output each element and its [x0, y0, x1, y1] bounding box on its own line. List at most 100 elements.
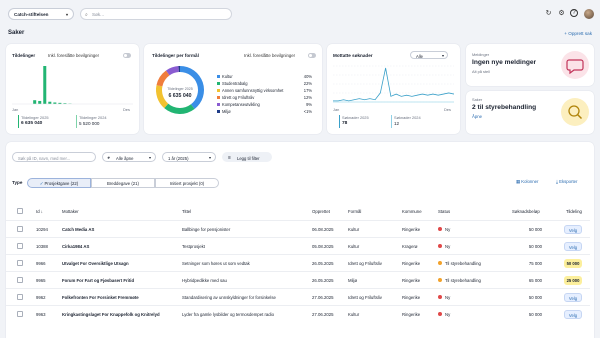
series-2025-line	[333, 67, 454, 102]
help-icon[interactable]: ?	[570, 9, 578, 17]
stat-2025-label: Søknader 2025	[342, 115, 369, 120]
cell-mottaker[interactable]: Cirka1984 AS	[62, 244, 89, 249]
status-filter-select[interactable]: ◕ Alle åpne ▾	[102, 152, 156, 162]
purpose-legend: Kultur 40% Studentrabalg 22% Annen samfunnsn…	[217, 74, 312, 119]
page-title: Saker	[8, 30, 25, 36]
stat-2024-value: 5 520 000	[79, 121, 100, 126]
chevron-down-icon: ▾	[208, 155, 211, 161]
messages-sub: Alt på stell	[472, 69, 490, 74]
cell-soknadsbelop: 50 000	[528, 226, 542, 232]
cell-mottaker[interactable]: Folkefronten For Forsinket Fremmøte	[62, 295, 139, 300]
cell-opprettet: 27.06.2025	[312, 311, 334, 317]
cell-opprettet: 05.08.2025	[312, 243, 334, 249]
header-tildeling[interactable]: Tildeling	[566, 209, 582, 214]
toggle-label: Inkl. foreslåtte bevilgninger	[244, 53, 296, 58]
allocation-bar	[48, 101, 52, 104]
table-row[interactable]: 10388 Cirka1984 AS Testprosjekt 05.08.2025 K…	[6, 237, 590, 254]
allocation-badge[interactable]: 25 000	[564, 275, 582, 285]
row-checkbox[interactable]	[17, 277, 23, 283]
include-proposed-toggle[interactable]	[123, 53, 131, 58]
allocation-badge[interactable]: Velg	[564, 241, 582, 251]
organization-select[interactable]: Catch-stiftelsen ▾	[8, 8, 74, 20]
cell-kommune: Ringerike	[402, 277, 421, 283]
row-checkbox[interactable]	[17, 260, 23, 266]
cell-tittel: Testprosjekt	[182, 243, 205, 249]
cell-id: 9962	[36, 294, 46, 300]
include-proposed-toggle[interactable]	[308, 53, 316, 58]
cases-table-card: Søk på ID, navn, med mer... ◕ Alle åpne …	[6, 142, 594, 338]
avatar[interactable]	[584, 9, 594, 19]
legend-item: Kompetanseutvikling 9%	[217, 102, 312, 107]
row-checkbox[interactable]	[17, 243, 23, 249]
cell-formal: Miljø	[348, 277, 358, 283]
tab-initiert-prosjekt[interactable]: Initiert prosjekt (0)	[155, 178, 219, 188]
cell-id: 9965	[36, 277, 46, 283]
stat-2024-label: Tildelinger 2024	[79, 115, 107, 120]
legend-swatch	[217, 96, 220, 99]
messages-card[interactable]: Meldinger Ingen nye meldinger Alt på ste…	[466, 44, 594, 86]
open-cases-link[interactable]: Åpne	[472, 114, 482, 119]
cell-id: 9963	[36, 311, 46, 317]
card-title: Mottatte søknader	[333, 53, 373, 58]
cell-kommune: Ringerike	[402, 311, 421, 317]
table-row[interactable]: 9965 Forum For Fart og Fjøsbasert Fritid H…	[6, 271, 590, 288]
cell-mottaker[interactable]: Forum For Fart og Fjøsbasert Fritid	[62, 278, 134, 283]
axis-end-label: Des	[444, 107, 451, 112]
row-checkbox[interactable]	[17, 226, 23, 232]
table-row[interactable]: 9963 Kringkastingslaget For Knappefolk og…	[6, 305, 590, 322]
table-row[interactable]: 9962 Folkefronten For Forsinket Fremmøte S…	[6, 288, 590, 305]
cell-kommune: Ringerike	[402, 294, 421, 300]
header-formal[interactable]: Formål	[348, 209, 361, 214]
select-all-checkbox[interactable]	[17, 208, 23, 214]
organization-name: Catch-stiftelsen	[14, 12, 49, 18]
header-opprettet[interactable]: Opprettet	[312, 209, 330, 214]
card-title: Tildelinger	[12, 53, 36, 58]
allocation-badge[interactable]: Velg	[564, 224, 582, 234]
header-tittel[interactable]: Tittel	[182, 209, 191, 214]
cell-mottaker[interactable]: Catch Media AS	[62, 227, 94, 232]
status-dot-icon	[438, 295, 442, 300]
table-row[interactable]: 9966 Utvalget For Oversiktlige Utsagn Setn…	[6, 254, 590, 271]
cases-card[interactable]: Saker 2 til styrebehandling Åpne	[466, 91, 594, 134]
row-checkbox[interactable]	[17, 294, 23, 300]
cell-soknadsbelop: 65 000	[528, 277, 542, 283]
cell-formal: Idrett og Friluftsliv	[348, 294, 382, 300]
new-case-button[interactable]: + Opprett sak	[564, 31, 592, 36]
search-icon: ⌕	[85, 11, 88, 18]
global-search-input[interactable]: ⌕ Søk...	[80, 8, 232, 20]
header-soknadsbelop[interactable]: Søknadsbeløp	[512, 209, 540, 214]
columns-button[interactable]: ▦ Kolonner	[516, 179, 538, 185]
chevron-down-icon: ▾	[441, 53, 444, 58]
donut-slice	[156, 70, 170, 87]
add-filter-button[interactable]: ≡ Legg til filter	[222, 152, 272, 162]
tab-breddegave[interactable]: Breddegave (21)	[91, 178, 155, 188]
cell-soknadsbelop: 50 000	[528, 311, 542, 317]
allocation-badge[interactable]: Velg	[564, 292, 582, 302]
allocations-bar-chart	[12, 66, 133, 105]
table-row[interactable]: 10294 Catch Media AS Ballbinge for pensjon…	[6, 220, 590, 237]
cell-status: Til styrebehandling	[438, 261, 481, 266]
cell-mottaker[interactable]: Utvalget For Oversiktlige Utsagn	[62, 261, 129, 266]
tab-prosjektgave[interactable]: ✓ Prosjektgave (22)	[27, 178, 91, 188]
row-checkbox[interactable]	[17, 311, 23, 317]
applications-filter-select[interactable]: Alle ▾	[410, 51, 448, 59]
header-mottaker[interactable]: Mottaker	[62, 209, 79, 214]
status-dot-icon	[438, 278, 442, 283]
header-id[interactable]: Id ↓	[36, 209, 43, 214]
refresh-icon[interactable]: ↻	[544, 9, 553, 18]
export-button[interactable]: ⤓ Eksporter	[556, 179, 577, 184]
status-dot-icon	[438, 312, 442, 317]
header-kommune[interactable]: Kommune	[402, 209, 422, 214]
cell-formal: Kultur	[348, 226, 360, 232]
cell-mottaker[interactable]: Kringkastingslaget For Knappefolk og Kni…	[62, 312, 160, 317]
status-dot-icon	[438, 227, 442, 232]
gear-icon[interactable]: ⚙	[557, 9, 566, 18]
allocation-badge[interactable]: Velg	[564, 309, 582, 319]
legend-item: Annen samfunnsnyttig virksomhet 17%	[217, 88, 312, 93]
table-search-input[interactable]: Søk på ID, navn, med mer...	[12, 152, 96, 162]
header-status[interactable]: Status	[438, 209, 450, 214]
donut-value: 6 635 040	[168, 93, 192, 99]
legend-swatch	[217, 103, 220, 106]
allocation-badge[interactable]: 50 000	[564, 258, 582, 268]
period-filter-select[interactable]: 1 år (2025) ▾	[162, 152, 216, 162]
